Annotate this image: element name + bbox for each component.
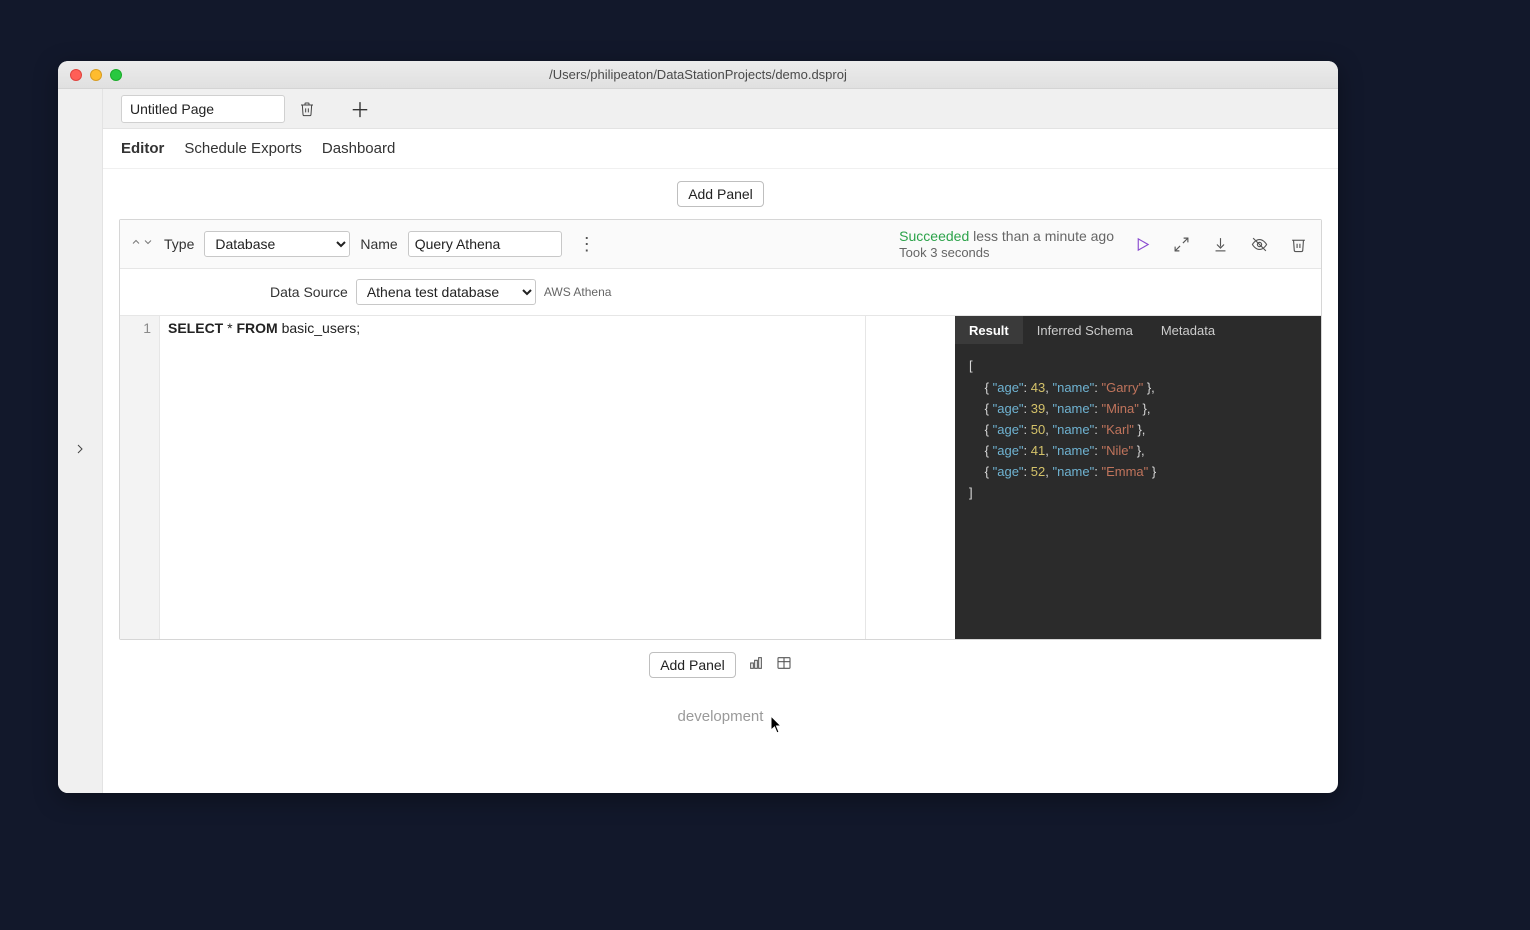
editor-resize-handle[interactable]	[865, 316, 955, 639]
run-panel-button[interactable]	[1130, 232, 1155, 257]
add-table-button[interactable]	[776, 655, 792, 676]
data-source-row: Data Source Athena test database AWS Ath…	[120, 269, 1321, 315]
bottom-actions: Add Panel	[119, 652, 1322, 678]
add-panel-button-bottom[interactable]: Add Panel	[649, 652, 736, 678]
play-icon	[1134, 236, 1151, 253]
collapse-up-button[interactable]	[130, 235, 142, 253]
panel-type-select[interactable]: Database	[204, 231, 350, 257]
environment-label: development	[119, 708, 1322, 725]
name-label: Name	[360, 236, 397, 252]
data-source-select[interactable]: Athena test database	[356, 279, 536, 305]
result-pane: Result Inferred Schema Metadata [ { "age…	[955, 316, 1321, 639]
eye-off-icon	[1251, 236, 1268, 253]
table-icon	[776, 655, 792, 671]
type-label: Type	[164, 236, 194, 252]
query-panel: Type Database Name ⋮ Succeeded	[119, 219, 1322, 640]
left-rail	[58, 89, 103, 793]
chevron-right-icon	[72, 441, 88, 457]
tab-result[interactable]: Result	[955, 316, 1023, 344]
trash-icon	[299, 101, 315, 117]
expand-icon	[1173, 236, 1190, 253]
tab-inferred-schema[interactable]: Inferred Schema	[1023, 316, 1147, 344]
data-source-type: AWS Athena	[544, 285, 612, 299]
status-when: less than a minute ago	[973, 228, 1114, 244]
sql-editor[interactable]: 1 SELECT * FROM basic_users;	[120, 316, 955, 639]
code-content: SELECT * FROM basic_users;	[160, 316, 865, 639]
delete-panel-button[interactable]	[1286, 232, 1311, 257]
line-gutter: 1	[120, 316, 160, 639]
add-panel-button-top[interactable]: Add Panel	[677, 181, 764, 207]
page-tabs-row: ＋	[103, 89, 1338, 129]
status-succeeded: Succeeded	[899, 228, 969, 244]
tab-editor[interactable]: Editor	[121, 140, 164, 157]
result-tabs: Result Inferred Schema Metadata	[955, 316, 1321, 344]
data-source-label: Data Source	[270, 284, 348, 300]
hide-button[interactable]	[1247, 232, 1272, 257]
expand-sidebar-button[interactable]	[68, 105, 92, 793]
add-chart-button[interactable]	[748, 655, 764, 676]
panel-name-input[interactable]	[408, 231, 562, 257]
bar-chart-icon	[748, 655, 764, 671]
window-title: /Users/philipeaton/DataStationProjects/d…	[58, 67, 1338, 82]
status-duration: Took 3 seconds	[899, 245, 1114, 261]
chevron-up-icon	[130, 236, 142, 248]
tab-metadata[interactable]: Metadata	[1147, 316, 1229, 344]
panel-menu-button[interactable]: ⋮	[572, 235, 602, 253]
download-icon	[1212, 236, 1229, 253]
trash-icon	[1290, 236, 1307, 253]
delete-page-button[interactable]	[295, 97, 319, 121]
tab-dashboard[interactable]: Dashboard	[322, 140, 395, 157]
app-window: /Users/philipeaton/DataStationProjects/d…	[58, 61, 1338, 793]
page-name-input[interactable]	[121, 95, 285, 123]
plus-icon: ＋	[350, 94, 370, 123]
result-json: [ { "age": 43, "name": "Garry" }, { "age…	[955, 344, 1321, 639]
kebab-icon: ⋮	[578, 234, 596, 254]
panel-status: Succeeded less than a minute ago Took 3 …	[899, 228, 1114, 260]
mode-tabs: Editor Schedule Exports Dashboard	[103, 129, 1338, 169]
add-page-button[interactable]: ＋	[335, 89, 385, 128]
panel-header: Type Database Name ⋮ Succeeded	[120, 220, 1321, 269]
tab-schedule-exports[interactable]: Schedule Exports	[184, 140, 302, 157]
chevron-down-icon	[142, 236, 154, 248]
line-number: 1	[120, 320, 151, 336]
fullscreen-button[interactable]	[1169, 232, 1194, 257]
titlebar: /Users/philipeaton/DataStationProjects/d…	[58, 61, 1338, 89]
download-button[interactable]	[1208, 232, 1233, 257]
collapse-down-button[interactable]	[142, 235, 154, 253]
